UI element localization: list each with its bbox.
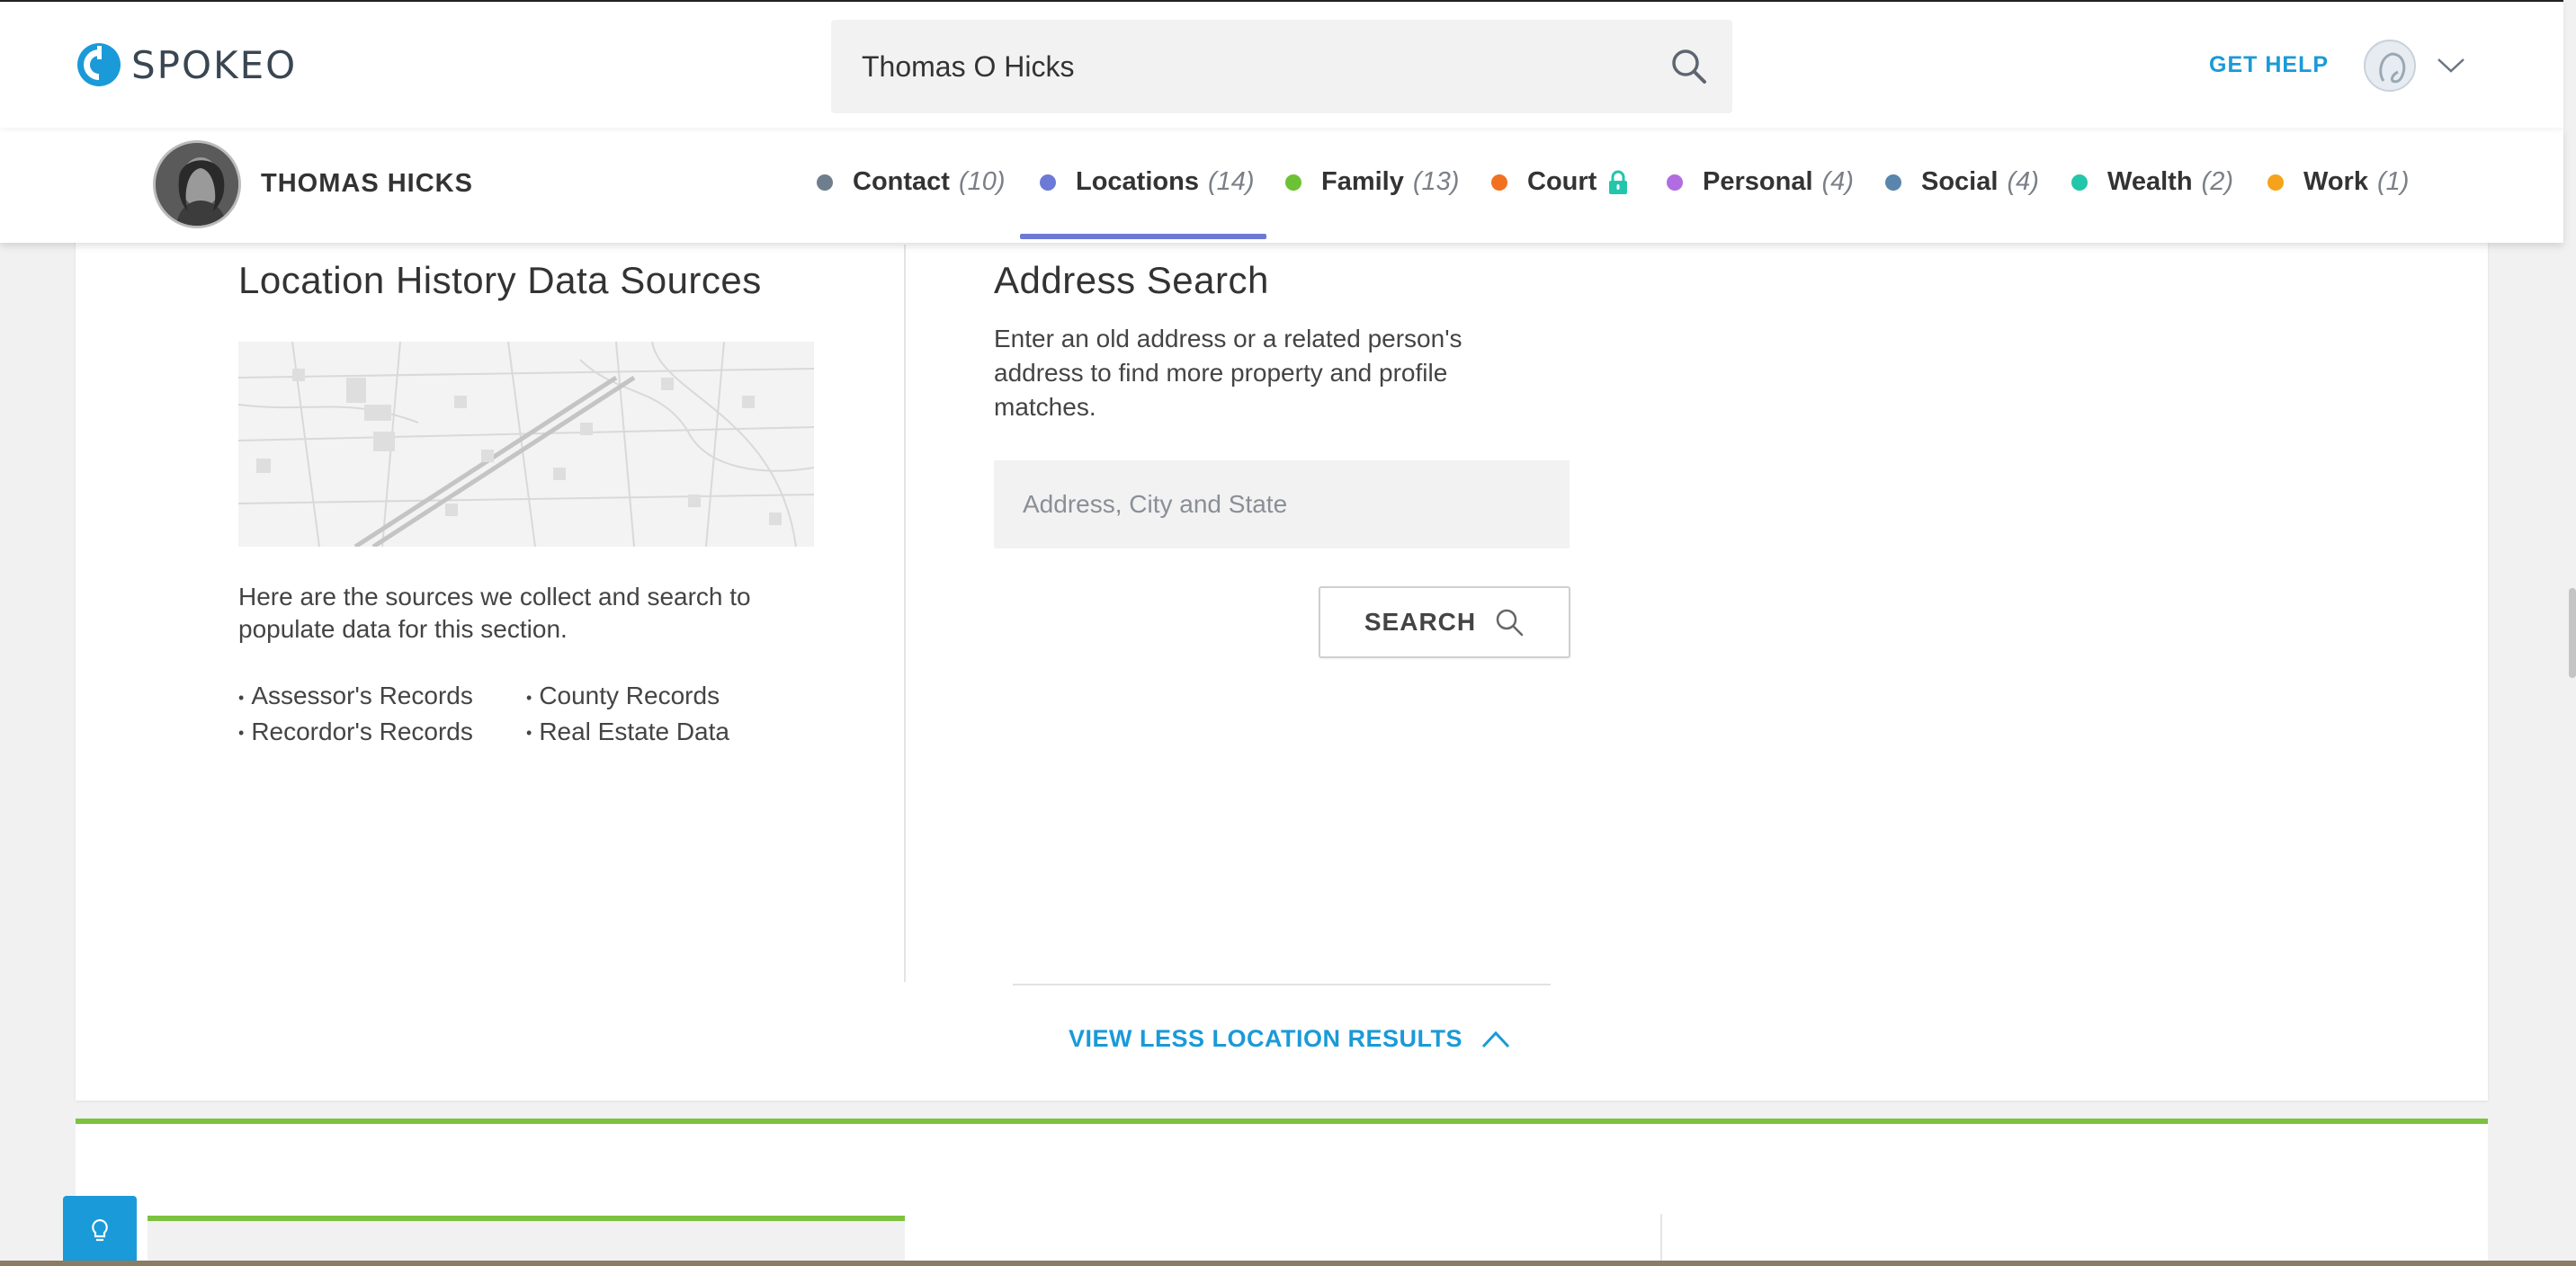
contact-dot bbox=[817, 174, 833, 191]
next-section-card bbox=[76, 1119, 2488, 1266]
divider bbox=[1013, 984, 1551, 985]
source-label: Recordor's Records bbox=[251, 717, 473, 745]
locations-card: Location History Data Sources Here are t… bbox=[76, 180, 2488, 1101]
tab-count: (4) bbox=[2007, 167, 2039, 196]
social-dot bbox=[1885, 174, 1901, 191]
tab-work[interactable]: Work (1) bbox=[2267, 167, 2409, 197]
address-search-description: Enter an old address or a related person… bbox=[994, 325, 1462, 421]
window-bottom-edge bbox=[0, 1261, 2576, 1266]
tab-family[interactable]: Family (13) bbox=[1285, 167, 1459, 197]
user-avatar-icon bbox=[2366, 41, 2414, 90]
tab-label: Court bbox=[1527, 167, 1597, 196]
source-label: Real Estate Data bbox=[539, 717, 729, 745]
tab-label: Locations bbox=[1076, 167, 1199, 196]
map-image bbox=[238, 342, 814, 547]
sources-description: Here are the sources we collect and sear… bbox=[238, 583, 751, 643]
sources-list: • Assessor's Records • County Records • Rec… bbox=[238, 680, 814, 749]
spokeo-logo[interactable]: SPOKEO bbox=[76, 41, 297, 88]
tips-button[interactable] bbox=[63, 1196, 137, 1266]
locations-dot bbox=[1040, 174, 1056, 191]
work-dot bbox=[2267, 174, 2284, 191]
lock-icon bbox=[1609, 170, 1628, 194]
court-dot bbox=[1491, 174, 1507, 191]
tab-label: Wealth bbox=[2107, 167, 2193, 196]
tab-label: Family bbox=[1321, 167, 1404, 196]
tab-count: (13) bbox=[1412, 167, 1460, 196]
location-sources-title: Location History Data Sources bbox=[238, 259, 762, 301]
spokeo-logo-icon bbox=[77, 43, 121, 86]
people-search-input[interactable] bbox=[862, 20, 1653, 113]
tab-social[interactable]: Social (4) bbox=[1885, 167, 2039, 197]
list-item: • County Records bbox=[526, 682, 720, 709]
lightbulb-icon bbox=[92, 1218, 108, 1242]
list-item: • Recordor's Records bbox=[238, 717, 473, 745]
profile-nav-bar: THOMAS HICKS Contact (10) Locations (14)… bbox=[0, 128, 2563, 243]
get-help-link[interactable]: GET HELP bbox=[2209, 52, 2329, 78]
search-icon[interactable] bbox=[1669, 47, 1709, 86]
tab-locations[interactable]: Locations (14) bbox=[1040, 167, 1255, 197]
chevron-down-icon[interactable] bbox=[2436, 54, 2466, 76]
view-less-label: VIEW LESS LOCATION RESULTS bbox=[1069, 1025, 1463, 1052]
tab-contact[interactable]: Contact (10) bbox=[817, 167, 1006, 197]
tab-count: (14) bbox=[1207, 167, 1255, 196]
tab-label: Social bbox=[1921, 167, 1999, 196]
address-search-title: Address Search bbox=[994, 259, 1269, 301]
scrollbar-thumb[interactable] bbox=[2569, 588, 2576, 678]
chevron-up-icon bbox=[1481, 1030, 1510, 1048]
tab-court[interactable]: Court bbox=[1491, 167, 1629, 197]
source-label: County Records bbox=[539, 682, 720, 709]
search-icon bbox=[1496, 609, 1524, 637]
active-tab-indicator bbox=[1020, 234, 1266, 239]
address-search-button[interactable]: SEARCH bbox=[1319, 586, 1570, 658]
tab-label: Contact bbox=[853, 167, 950, 196]
list-item: • Assessor's Records bbox=[238, 682, 473, 709]
tab-count: (1) bbox=[2376, 167, 2410, 196]
column-divider bbox=[1660, 1214, 1662, 1266]
top-header: SPOKEO GET HELP bbox=[0, 0, 2563, 128]
people-search-box bbox=[831, 20, 1732, 113]
tab-label: Work bbox=[2303, 167, 2368, 196]
source-label: Assessor's Records bbox=[251, 682, 473, 709]
profile-photo bbox=[153, 140, 241, 228]
view-less-results-link[interactable]: VIEW LESS LOCATION RESULTS bbox=[1069, 1025, 1511, 1053]
personal-dot bbox=[1667, 174, 1683, 191]
tab-personal[interactable]: Personal (4) bbox=[1667, 167, 1854, 197]
user-avatar[interactable] bbox=[2364, 40, 2416, 92]
tab-label: Personal bbox=[1703, 167, 1813, 196]
family-dot bbox=[1285, 174, 1301, 191]
list-item: • Real Estate Data bbox=[526, 717, 729, 745]
next-section-panel bbox=[148, 1216, 905, 1266]
profile-photo-image bbox=[156, 143, 238, 226]
address-input[interactable] bbox=[994, 460, 1570, 548]
profile-name: THOMAS HICKS bbox=[261, 169, 473, 198]
search-button-label: SEARCH bbox=[1364, 608, 1477, 636]
logo-text: SPOKEO bbox=[131, 42, 298, 87]
tab-count: (10) bbox=[958, 167, 1006, 196]
wealth-dot bbox=[2071, 174, 2088, 191]
tab-count: (2) bbox=[2201, 167, 2233, 196]
column-divider bbox=[904, 245, 906, 982]
tab-wealth[interactable]: Wealth (2) bbox=[2071, 167, 2233, 197]
tab-count: (4) bbox=[1821, 167, 1854, 196]
